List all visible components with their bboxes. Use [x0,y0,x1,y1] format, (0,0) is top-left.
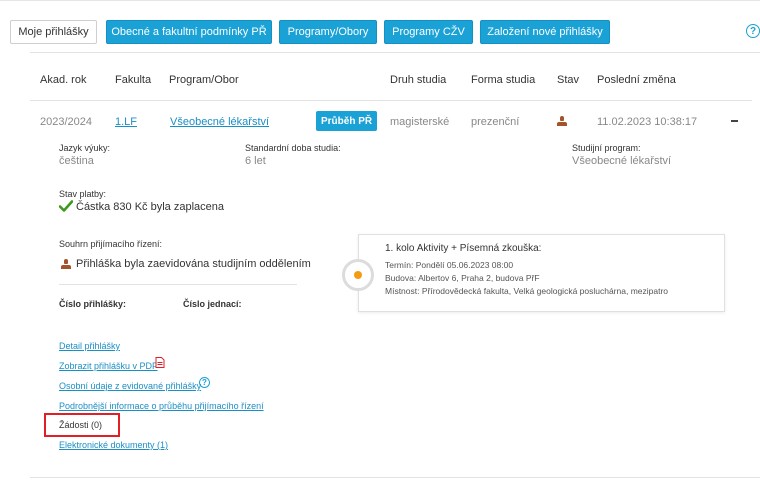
col-status: Stav [557,74,580,86]
help-icon[interactable]: ? [746,24,760,38]
person-icon [557,116,567,126]
col-faculty: Fakulta [115,74,152,86]
duration-value: 6 let [245,155,266,167]
pdf-icon[interactable] [155,357,165,368]
exam-room: Místnost: Přírodovědecká fakulta, Velká … [385,286,669,296]
col-last-change: Poslední změna [597,74,676,86]
status-badge: Průběh PŘ [316,111,378,131]
row-study-type: magisterské [390,116,450,128]
row-last-change: 11.02.2023 10:38:17 [597,116,698,128]
pdf-link[interactable]: Zobrazit přihlášku v PDF [59,361,158,371]
header-divider [30,100,752,101]
top-border [0,0,760,5]
program-label: Studijní program: [572,143,641,153]
row-year: 2023/2024 [40,116,92,128]
timeline-marker-icon [342,259,374,291]
collapse-icon[interactable] [731,120,738,122]
tab-programs-czv[interactable]: Programy CŽV [384,20,473,44]
payment-status: Částka 830 Kč byla zaplacena [76,201,224,213]
panel-bottom-border [30,477,760,478]
row-faculty-link[interactable]: 1.LF [115,116,137,128]
check-icon [59,200,73,212]
exam-card: 1. kolo Aktivity + Písemná zkouška: Term… [358,234,725,312]
tab-my-applications[interactable]: Moje přihlášky [10,20,97,44]
duration-label: Standardní doba studia: [245,143,341,153]
row-program-link[interactable]: Všeobecné lékařství [170,116,269,128]
application-number-label: Číslo přihlášky: [59,299,127,309]
program-value: Všeobecné lékařství [572,155,672,167]
tab-new-application[interactable]: Založení nové přihlášky [480,20,610,44]
exam-building: Budova: Albertov 6, Praha 2, budova PřF [385,273,540,283]
summary-divider [59,284,297,285]
application-detail-link[interactable]: Detail přihlášky [59,341,120,351]
exam-title: 1. kolo Aktivity + Písemná zkouška: [385,243,542,254]
col-study-type: Druh studia [390,74,447,86]
exam-term: Termín: Pondělí 05.06.2023 08:00 [385,260,514,270]
electronic-documents-link[interactable]: Elektronické dokumenty (1) [59,440,168,450]
summary-label: Souhrn přijímacího řízení: [59,239,163,249]
progress-info-link[interactable]: Podrobnější informace o průběhu přijímac… [59,401,264,411]
col-study-form: Forma studia [471,74,536,86]
tab-programs[interactable]: Programy/Obory [279,20,377,44]
row-study-form: prezenční [471,116,520,128]
language-value: čeština [59,155,94,167]
personal-data-link[interactable]: Osobní údaje z evidované přihlášky [59,381,201,391]
col-academic-year: Akad. rok [40,74,87,86]
language-label: Jazyk výuky: [59,143,111,153]
payment-label: Stav platby: [59,189,107,199]
tab-general-conditions[interactable]: Obecné a fakultní podmínky PŘ [106,20,272,44]
highlight-box [44,413,120,437]
reference-number-label: Číslo jednací: [183,299,242,309]
help-icon[interactable]: ? [199,377,210,388]
col-program: Program/Obor [169,74,239,86]
summary-value: Přihláška byla zaevidována studijním odd… [76,258,311,270]
person-icon [61,259,71,269]
